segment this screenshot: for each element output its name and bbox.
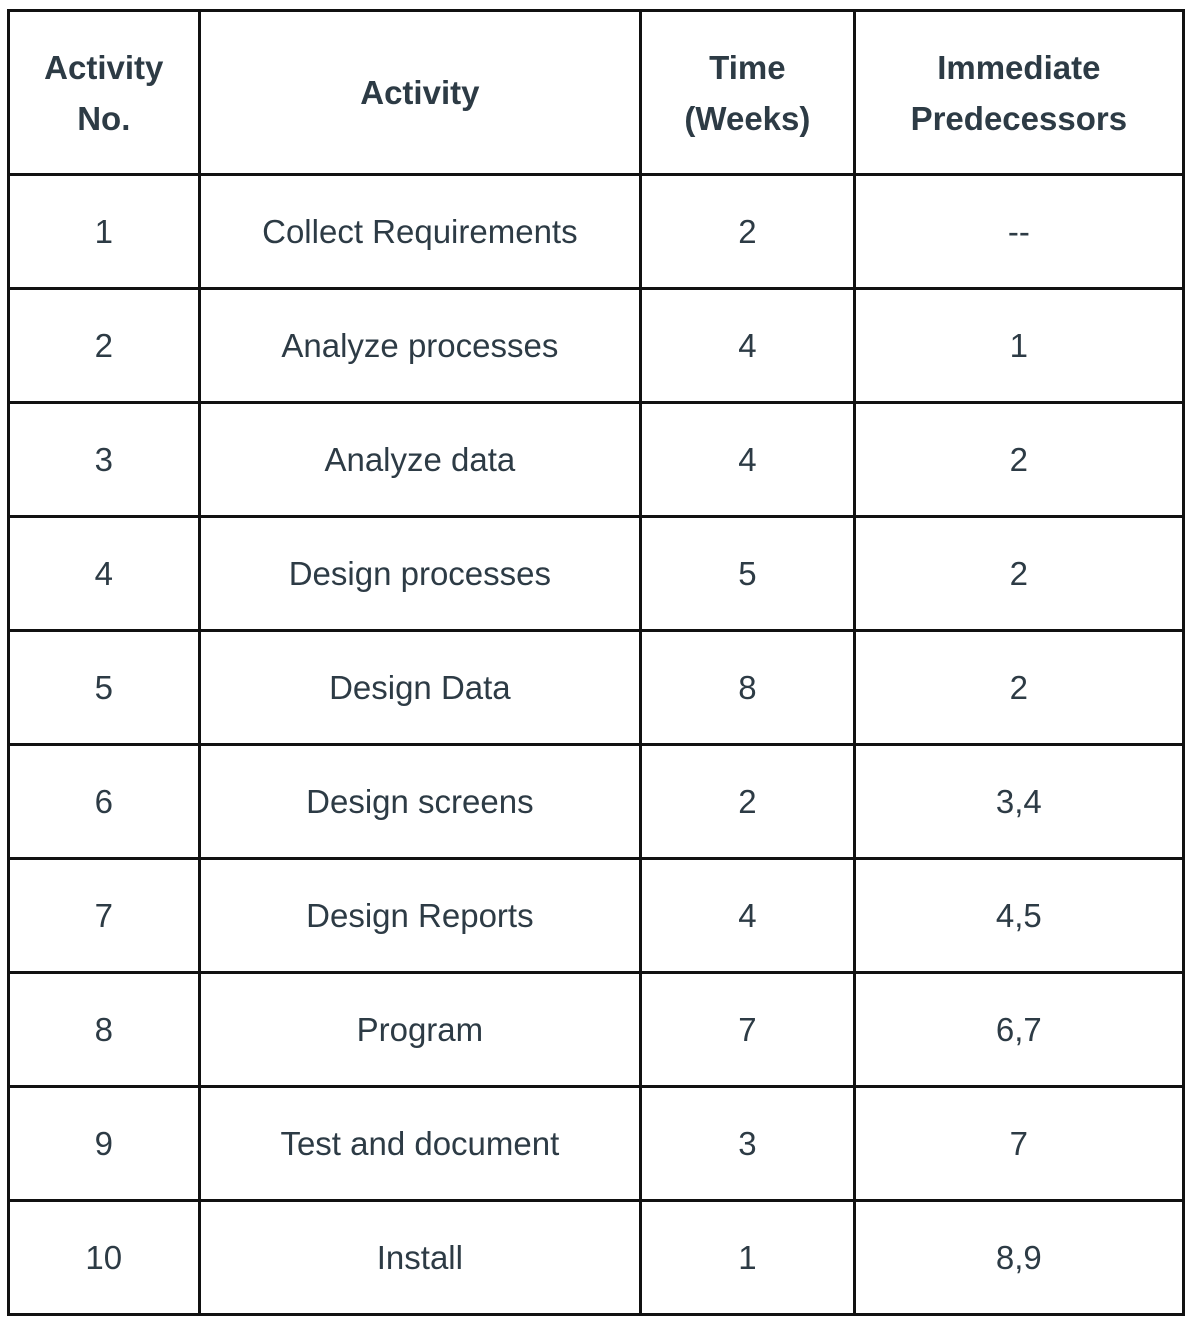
predecessors-cell: 6,7 <box>852 971 1186 1088</box>
activity-no-cell: 6 <box>7 743 201 860</box>
activity-no-cell: 3 <box>7 401 201 518</box>
time-cell: 1 <box>639 1199 856 1316</box>
activity-no-cell: 10 <box>7 1199 201 1316</box>
table-row: 5 Design Data 8 2 <box>7 629 1186 746</box>
activity-cell: Design screens <box>197 743 643 860</box>
header-activity-no: Activity No. <box>7 9 201 176</box>
predecessors-cell: 4,5 <box>852 857 1186 974</box>
activity-no-cell: 7 <box>7 857 201 974</box>
activity-table: Activity No. Activity Time (Weeks) Immed… <box>7 9 1186 1316</box>
predecessors-cell: 8,9 <box>852 1199 1186 1316</box>
time-cell: 4 <box>639 287 856 404</box>
predecessors-cell: 2 <box>852 629 1186 746</box>
table-row: 1 Collect Requirements 2 -- <box>7 173 1186 290</box>
predecessors-cell: 7 <box>852 1085 1186 1202</box>
time-cell: 5 <box>639 515 856 632</box>
activity-no-cell: 1 <box>7 173 201 290</box>
header-row: Activity No. Activity Time (Weeks) Immed… <box>7 9 1186 176</box>
activity-no-cell: 9 <box>7 1085 201 1202</box>
activity-cell: Install <box>197 1199 643 1316</box>
table-row: 8 Program 7 6,7 <box>7 971 1186 1088</box>
table-row: 10 Install 1 8,9 <box>7 1199 1186 1316</box>
table-row: 4 Design processes 5 2 <box>7 515 1186 632</box>
activity-no-cell: 2 <box>7 287 201 404</box>
time-cell: 4 <box>639 401 856 518</box>
header-time: Time (Weeks) <box>639 9 856 176</box>
table-body: 1 Collect Requirements 2 -- 2 Analyze process… <box>7 173 1186 1316</box>
time-cell: 7 <box>639 971 856 1088</box>
time-cell: 2 <box>639 743 856 860</box>
activity-no-cell: 5 <box>7 629 201 746</box>
activity-cell: Analyze data <box>197 401 643 518</box>
activity-cell: Analyze processes <box>197 287 643 404</box>
activity-cell: Design Reports <box>197 857 643 974</box>
time-cell: 3 <box>639 1085 856 1202</box>
header-predecessors: Immediate Predecessors <box>852 9 1186 176</box>
table-row: 6 Design screens 2 3,4 <box>7 743 1186 860</box>
time-cell: 4 <box>639 857 856 974</box>
activity-cell: Test and document <box>197 1085 643 1202</box>
predecessors-cell: 3,4 <box>852 743 1186 860</box>
activity-cell: Collect Requirements <box>197 173 643 290</box>
activity-cell: Design processes <box>197 515 643 632</box>
time-cell: 2 <box>639 173 856 290</box>
activity-no-cell: 4 <box>7 515 201 632</box>
table-row: 9 Test and document 3 7 <box>7 1085 1186 1202</box>
activity-cell: Program <box>197 971 643 1088</box>
predecessors-cell: 2 <box>852 515 1186 632</box>
header-activity: Activity <box>197 9 643 176</box>
predecessors-cell: 1 <box>852 287 1186 404</box>
table-row: 2 Analyze processes 4 1 <box>7 287 1186 404</box>
table-row: 3 Analyze data 4 2 <box>7 401 1186 518</box>
predecessors-cell: -- <box>852 173 1186 290</box>
activity-cell: Design Data <box>197 629 643 746</box>
predecessors-cell: 2 <box>852 401 1186 518</box>
activity-no-cell: 8 <box>7 971 201 1088</box>
table-row: 7 Design Reports 4 4,5 <box>7 857 1186 974</box>
time-cell: 8 <box>639 629 856 746</box>
